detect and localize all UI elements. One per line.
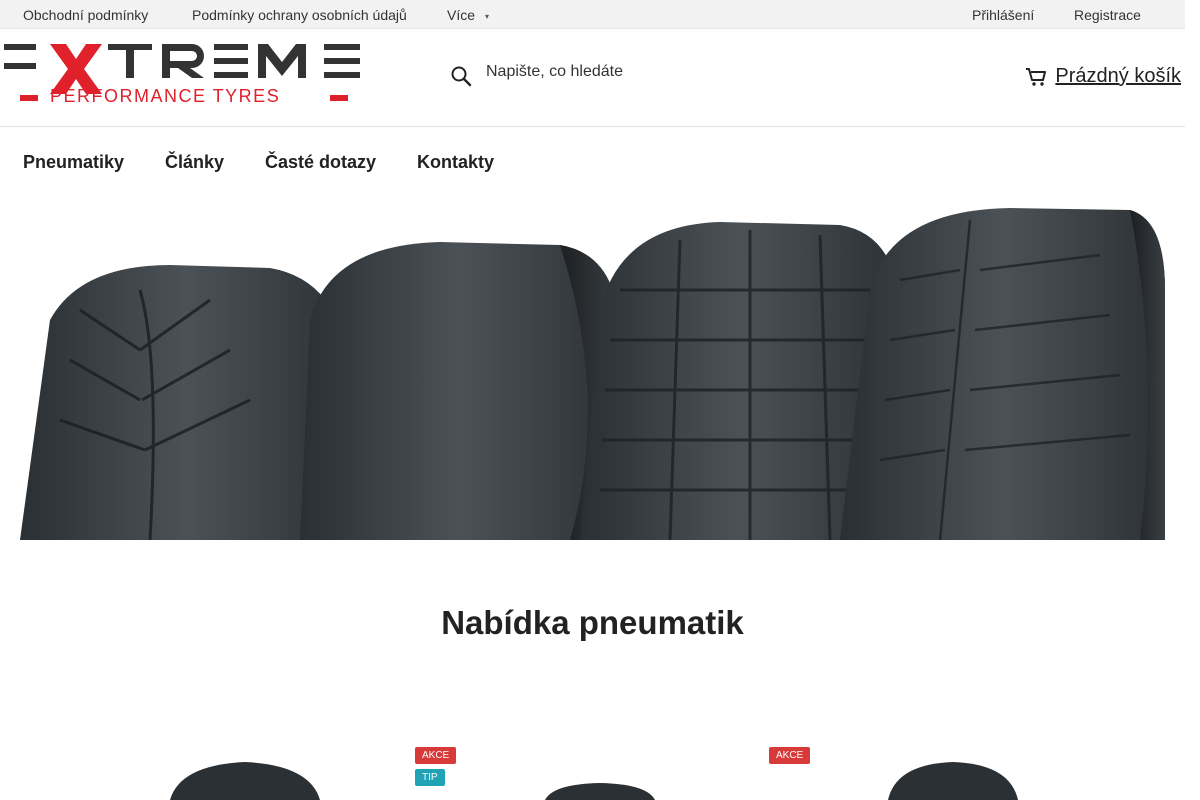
site-header: PERFORMANCE TYRES Prázdný košík xyxy=(0,29,1185,127)
cart-label: Prázdný košík xyxy=(1055,65,1181,87)
tyres-banner-image xyxy=(20,208,1165,540)
site-logo[interactable]: PERFORMANCE TYRES xyxy=(4,43,360,106)
product-image[interactable] xyxy=(888,760,1018,800)
product-image[interactable] xyxy=(170,760,320,800)
main-navigation: Pneumatiky Články Časté dotazy Kontakty xyxy=(0,140,1185,184)
nav-item-faq[interactable]: Časté dotazy xyxy=(265,152,376,173)
hero-banner[interactable] xyxy=(20,200,1165,540)
akce-badge: AKCE xyxy=(415,747,457,764)
search-input[interactable] xyxy=(486,63,736,81)
search-bar xyxy=(450,61,750,93)
cart-icon xyxy=(1026,67,1047,86)
nav-item-tyres[interactable]: Pneumatiky xyxy=(23,152,124,173)
privacy-link[interactable]: Podmínky ochrany osobních údajů xyxy=(192,7,407,23)
nav-item-contacts[interactable]: Kontakty xyxy=(417,152,494,173)
more-menu[interactable]: Více ▾ xyxy=(447,7,489,23)
register-link[interactable]: Registrace xyxy=(1074,7,1141,23)
akce-badge: AKCE xyxy=(769,747,811,764)
cart-button[interactable]: Prázdný košík xyxy=(1025,65,1181,88)
tip-badge: TIP xyxy=(415,769,445,786)
nav-item-articles[interactable]: Články xyxy=(165,152,224,173)
terms-link[interactable]: Obchodní podmínky xyxy=(23,7,148,23)
search-icon[interactable] xyxy=(450,65,472,87)
chevron-down-icon: ▾ xyxy=(485,11,490,21)
product-image[interactable] xyxy=(545,782,655,800)
offers-heading: Nabídka pneumatik xyxy=(441,604,744,641)
logo-subtext: PERFORMANCE TYRES xyxy=(50,86,281,106)
top-utility-bar: Obchodní podmínky Podmínky ochrany osobn… xyxy=(0,0,1185,29)
login-link[interactable]: Přihlášení xyxy=(972,7,1034,23)
more-label: Více xyxy=(447,7,476,23)
